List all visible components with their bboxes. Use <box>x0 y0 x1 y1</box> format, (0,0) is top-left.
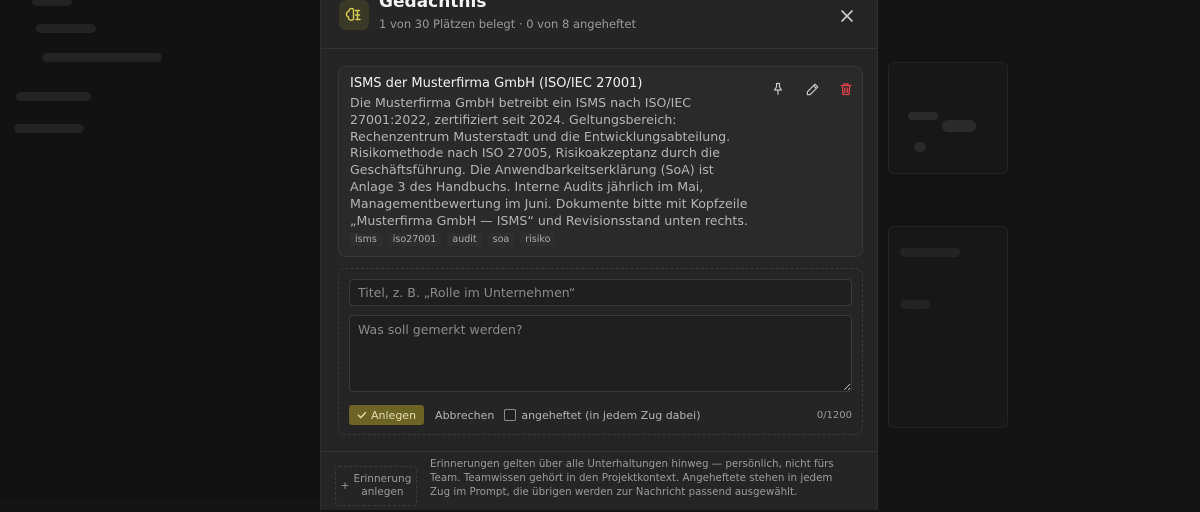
check-icon <box>357 411 367 419</box>
add-memory-button[interactable]: + Erinnerung anlegen <box>335 466 417 506</box>
memory-dialog: Gedächtnis 1 von 30 Plätzen belegt · 0 v… <box>320 0 878 510</box>
add-memory-label-line1: Erinnerung <box>353 473 412 485</box>
dialog-title: Gedächtnis <box>379 0 487 12</box>
trash-icon[interactable] <box>836 79 856 99</box>
dialog-footer: + Erinnerung anlegen Erinnerungen gelten… <box>321 451 877 512</box>
content-textarea[interactable] <box>349 315 852 392</box>
tag: iso27001 <box>387 233 442 246</box>
new-memory-form: Anlegen Abbrechen angeheftet (in jedem Z… <box>338 268 863 435</box>
memory-actions <box>768 79 856 99</box>
memory-body: Die Musterfirma GmbH betreibt ein ISMS n… <box>350 95 748 228</box>
create-button-label: Anlegen <box>371 408 417 422</box>
dialog-header: Gedächtnis 1 von 30 Plätzen belegt · 0 v… <box>321 0 877 49</box>
tag: isms <box>350 233 382 246</box>
background-panel <box>880 0 1200 500</box>
memory-card: ISMS der Musterfirma GmbH (ISO/IEC 27001… <box>338 66 863 257</box>
form-actions: Anlegen Abbrechen angeheftet (in jedem Z… <box>349 404 852 426</box>
memory-tags: isms iso27001 audit soa risiko <box>350 233 556 246</box>
pinned-checkbox[interactable]: angeheftet (in jedem Zug dabei) <box>504 408 701 422</box>
memory-title: ISMS der Musterfirma GmbH (ISO/IEC 27001… <box>350 76 643 91</box>
dialog-subtitle: 1 von 30 Plätzen belegt · 0 von 8 angehe… <box>379 17 636 31</box>
plus-icon: + <box>340 479 350 492</box>
create-button[interactable]: Anlegen <box>349 405 425 425</box>
edit-icon[interactable] <box>802 79 822 99</box>
tag: risiko <box>520 233 556 246</box>
cancel-button[interactable]: Abbrechen <box>435 409 494 422</box>
pinned-checkbox-label: angeheftet (in jedem Zug dabei) <box>521 408 701 422</box>
pin-icon[interactable] <box>768 79 788 99</box>
add-memory-label-line2: anlegen <box>361 486 404 498</box>
background-sidebar <box>0 0 320 500</box>
tag: soa <box>487 233 515 246</box>
close-icon[interactable] <box>835 4 859 28</box>
checkbox-box[interactable] <box>504 409 517 421</box>
tag: audit <box>447 233 482 246</box>
brain-icon <box>339 0 369 30</box>
title-input[interactable] <box>349 279 852 306</box>
footer-info-text: Erinnerungen gelten über alle Unterhaltu… <box>430 458 834 498</box>
char-counter: 0/1200 <box>816 409 852 421</box>
